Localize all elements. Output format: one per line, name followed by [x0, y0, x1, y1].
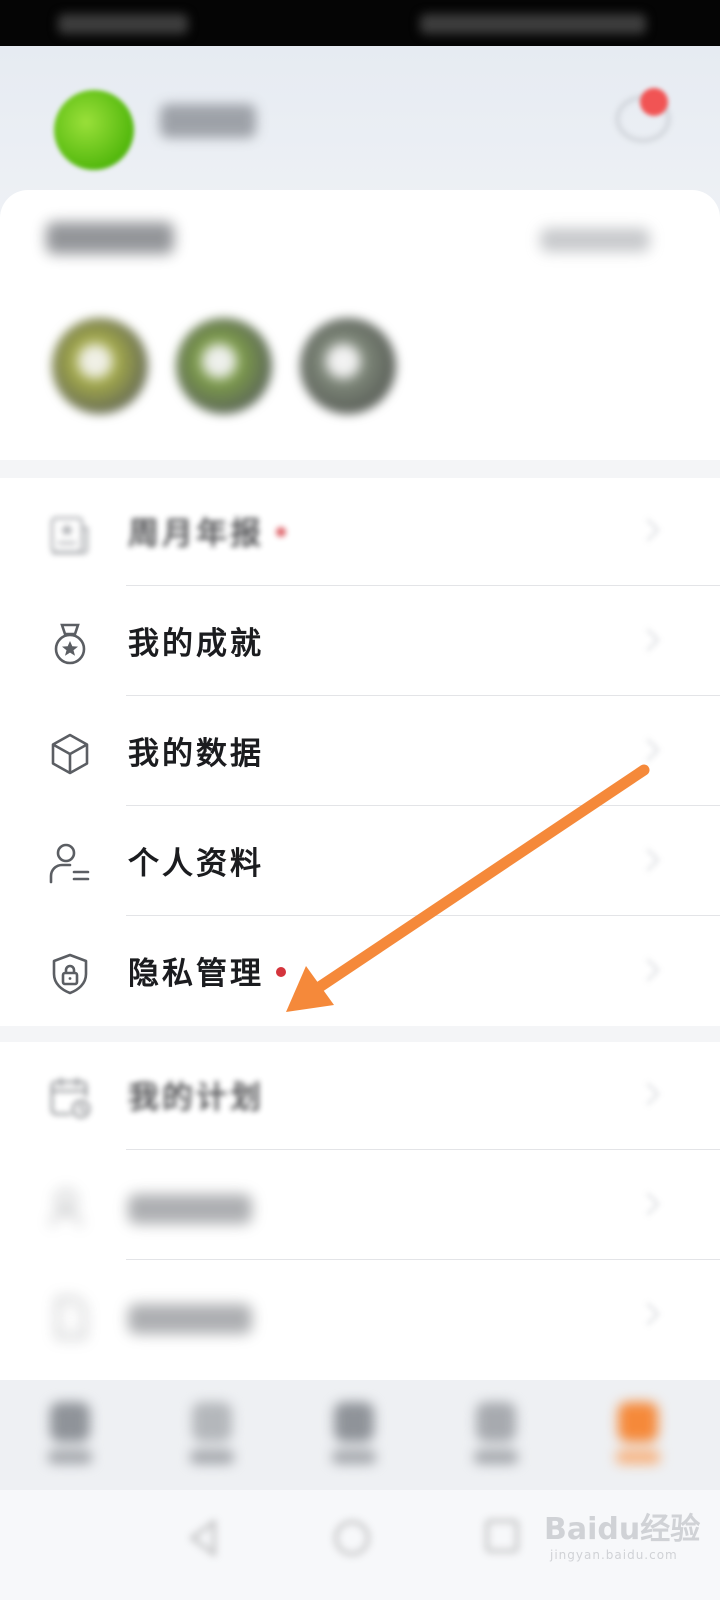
menu-item-blurred-2[interactable] — [0, 1262, 720, 1372]
chevron-right-icon — [636, 628, 660, 652]
chevron-right-icon — [636, 1192, 660, 1216]
menu-item-my-data[interactable]: 我的数据 — [0, 698, 720, 808]
recents-icon[interactable] — [484, 1518, 520, 1554]
medals-card-title — [46, 222, 174, 254]
report-icon — [48, 512, 92, 556]
cube-icon — [48, 732, 92, 776]
menu-item-label: 隐私管理 — [128, 956, 264, 992]
divider — [126, 585, 720, 586]
menu-item-label-blurred — [128, 1304, 252, 1334]
tab-item-active[interactable] — [598, 1396, 678, 1476]
divider — [126, 1259, 720, 1260]
watermark-brand: Baidu经验 — [544, 1512, 701, 1547]
menu-item-label: 周月年报 — [128, 516, 264, 552]
tab-item[interactable] — [172, 1396, 252, 1476]
menu-item-reports[interactable]: 周月年报 — [0, 478, 720, 588]
status-right-blur — [420, 14, 646, 34]
medal-badge[interactable] — [300, 318, 396, 414]
menu-section-main: 周月年报 我的成就 我的数据 个人资料 隐私管理 — [0, 478, 720, 1026]
menu-item-blurred-1[interactable] — [0, 1152, 720, 1262]
medals-card-more-link[interactable] — [540, 228, 650, 252]
new-dot — [276, 967, 286, 977]
menu-item-label: 我的数据 — [128, 736, 264, 772]
chevron-right-icon — [636, 518, 660, 542]
status-left-blur — [58, 14, 188, 34]
menu-item-privacy[interactable]: 隐私管理 — [0, 918, 720, 1028]
watermark-url: jingyan.baidu.com — [550, 1548, 678, 1562]
avatar[interactable] — [54, 90, 134, 170]
divider — [126, 805, 720, 806]
divider — [126, 695, 720, 696]
chevron-right-icon — [636, 958, 660, 982]
group-icon — [48, 1186, 92, 1230]
divider — [126, 1149, 720, 1150]
shield-lock-icon — [48, 952, 92, 996]
status-bar — [0, 0, 720, 46]
calendar-clock-icon — [48, 1076, 92, 1120]
divider — [126, 915, 720, 916]
medal-icon — [48, 622, 92, 666]
medal-badge[interactable] — [176, 318, 272, 414]
document-icon — [48, 1296, 92, 1340]
person-icon — [48, 842, 92, 886]
menu-item-achievements[interactable]: 我的成就 — [0, 588, 720, 698]
medal-badge[interactable] — [52, 318, 148, 414]
new-dot — [276, 527, 286, 537]
chevron-right-icon — [636, 848, 660, 872]
menu-item-label: 我的计划 — [128, 1080, 264, 1116]
bottom-tab-bar — [0, 1380, 720, 1490]
menu-item-label: 我的成就 — [128, 626, 264, 662]
message-badge — [640, 88, 668, 116]
chevron-right-icon — [636, 1302, 660, 1326]
menu-item-label: 个人资料 — [128, 846, 264, 882]
menu-item-profile[interactable]: 个人资料 — [0, 808, 720, 918]
tab-item[interactable] — [314, 1396, 394, 1476]
home-icon[interactable] — [332, 1518, 372, 1558]
baidu-watermark: Baidu经验 jingyan.baidu.com — [538, 1490, 714, 1574]
chevron-right-icon — [636, 1082, 660, 1106]
chevron-right-icon — [636, 738, 660, 762]
tab-item[interactable] — [456, 1396, 536, 1476]
tab-item[interactable] — [30, 1396, 110, 1476]
username[interactable] — [160, 104, 256, 138]
menu-section-secondary: 我的计划 — [0, 1042, 720, 1380]
menu-item-plans[interactable]: 我的计划 — [0, 1042, 720, 1152]
back-icon[interactable] — [186, 1518, 220, 1558]
menu-item-label-blurred — [128, 1194, 252, 1224]
